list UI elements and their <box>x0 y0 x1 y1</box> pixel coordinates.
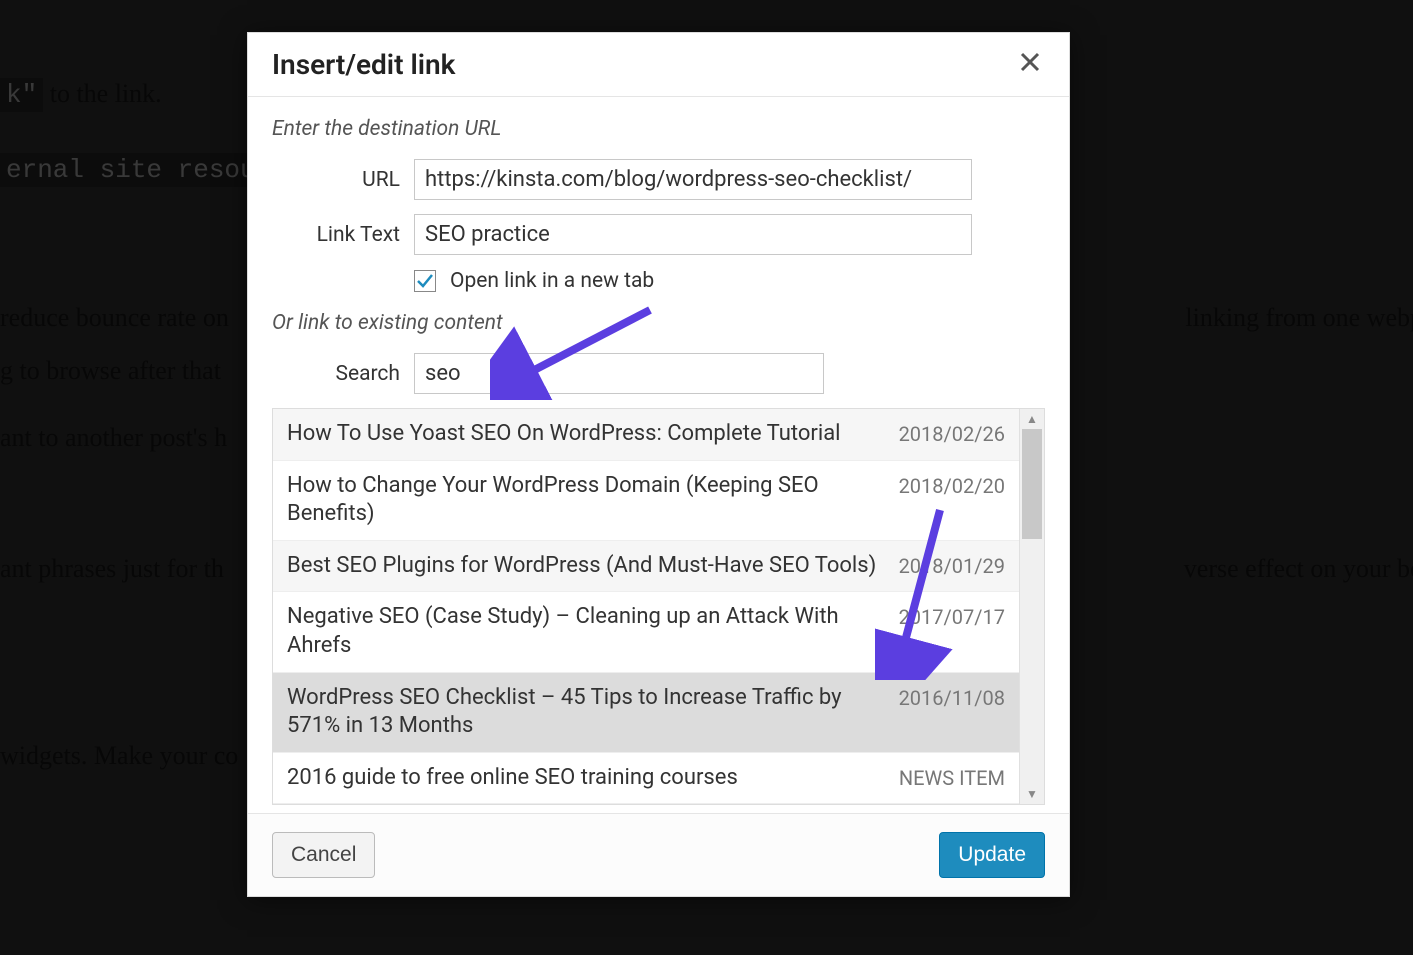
search-result-item[interactable]: Negative SEO (Case Study) – Cleaning up … <box>273 592 1019 672</box>
link-text-field-row: Link Text <box>272 214 1045 255</box>
result-date: 2018/02/20 <box>899 472 1005 498</box>
update-button[interactable]: Update <box>939 832 1045 878</box>
close-icon[interactable] <box>1015 47 1045 82</box>
result-date: 2017/07/17 <box>899 603 1005 629</box>
search-results: How To Use Yoast SEO On WordPress: Compl… <box>272 408 1045 805</box>
result-title: Negative SEO (Case Study) – Cleaning up … <box>287 603 899 660</box>
modal-title: Insert/edit link <box>272 48 455 81</box>
search-input[interactable] <box>414 353 824 394</box>
scroll-thumb[interactable] <box>1022 429 1042 539</box>
result-title: 2016 guide to free online SEO training c… <box>287 764 750 793</box>
search-field-row: Search <box>272 353 1045 394</box>
modal-body: Enter the destination URL URL Link Text … <box>248 97 1069 813</box>
search-result-item[interactable]: How to Change Your WordPress Domain (Kee… <box>273 461 1019 541</box>
search-result-item[interactable]: Best SEO Plugins for WordPress (And Must… <box>273 541 1019 593</box>
scroll-up-icon[interactable]: ▲ <box>1020 409 1044 429</box>
new-tab-row[interactable]: Open link in a new tab <box>414 269 1045 293</box>
result-date: 2018/02/26 <box>899 420 1005 446</box>
result-title: Best SEO Plugins for WordPress (And Must… <box>287 552 888 581</box>
modal-footer: Cancel Update <box>248 813 1069 896</box>
cancel-button[interactable]: Cancel <box>272 832 375 878</box>
existing-content-hint: Or link to existing content <box>272 311 1045 335</box>
search-result-item[interactable]: How To Use Yoast SEO On WordPress: Compl… <box>273 409 1019 461</box>
results-scrollbar[interactable]: ▲ ▼ <box>1019 409 1044 804</box>
link-text-label: Link Text <box>272 223 414 247</box>
new-tab-label: Open link in a new tab <box>450 269 654 293</box>
result-date: NEWS ITEM <box>899 764 1005 790</box>
url-label: URL <box>272 168 414 192</box>
scroll-down-icon[interactable]: ▼ <box>1020 784 1044 804</box>
result-title: How To Use Yoast SEO On WordPress: Compl… <box>287 420 853 449</box>
link-text-input[interactable] <box>414 214 972 255</box>
search-result-item[interactable]: 2016 guide to free online SEO training c… <box>273 753 1019 805</box>
result-date: 2016/11/08 <box>899 684 1005 710</box>
url-field-row: URL <box>272 159 1045 200</box>
url-input[interactable] <box>414 159 972 200</box>
modal-header: Insert/edit link <box>248 33 1069 97</box>
insert-link-modal: Insert/edit link Enter the destination U… <box>247 32 1070 897</box>
destination-hint: Enter the destination URL <box>272 117 1045 141</box>
new-tab-checkbox[interactable] <box>414 270 436 292</box>
result-date: 2018/01/29 <box>899 552 1005 578</box>
result-title: How to Change Your WordPress Domain (Kee… <box>287 472 899 529</box>
search-result-item[interactable]: WordPress SEO Checklist – 45 Tips to Inc… <box>273 673 1019 753</box>
search-label: Search <box>272 362 414 386</box>
result-title: WordPress SEO Checklist – 45 Tips to Inc… <box>287 684 899 741</box>
